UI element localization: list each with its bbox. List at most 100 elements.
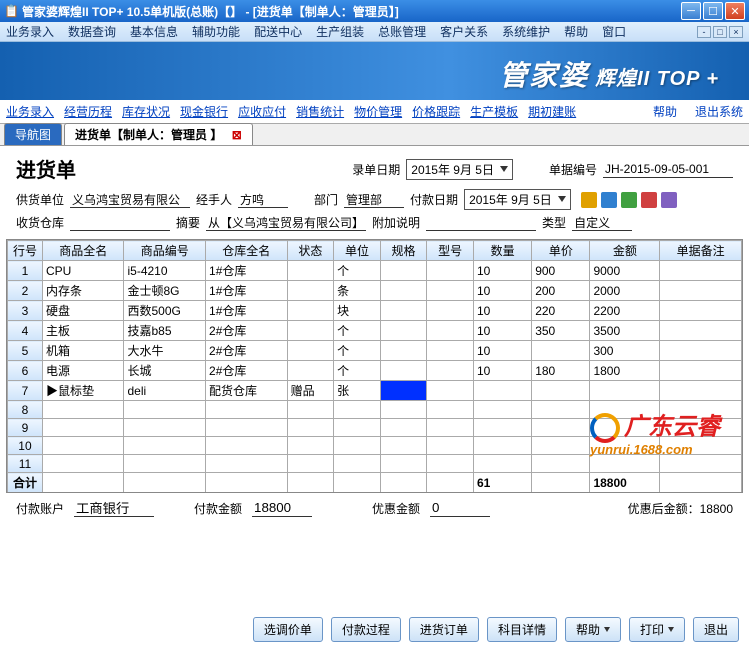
- minimize-button[interactable]: ─: [681, 2, 701, 20]
- banner: 管家婆 辉煌II TOP +: [0, 42, 749, 100]
- pay-amount-input[interactable]: [252, 499, 312, 517]
- col-header[interactable]: 状态: [287, 241, 334, 261]
- btn-pay-process[interactable]: 付款过程: [331, 617, 401, 642]
- table-row[interactable]: 4主板技嘉b852#仓库个103503500: [8, 321, 742, 341]
- tool-icon[interactable]: [661, 192, 677, 208]
- note-input[interactable]: [426, 214, 536, 231]
- main-menu: 业务录入 数据查询 基本信息 辅助功能 配送中心 生产组装 总账管理 客户关系 …: [0, 22, 749, 42]
- after-discount-label: 优惠后金额：18800: [628, 500, 733, 517]
- link[interactable]: 库存状况: [122, 103, 170, 120]
- banner-main: 管家婆: [499, 54, 589, 94]
- col-header[interactable]: 商品编号: [124, 241, 206, 261]
- col-header[interactable]: 行号: [8, 241, 43, 261]
- tab-nav[interactable]: 导航图: [4, 123, 62, 145]
- link[interactable]: 期初建账: [528, 103, 576, 120]
- table-row[interactable]: 5机箱大水牛2#仓库个10300: [8, 341, 742, 361]
- table-row[interactable]: 3硬盘西数500G1#仓库块102202200: [8, 301, 742, 321]
- menu-item[interactable]: 基本信息: [130, 23, 178, 40]
- menu-item[interactable]: 生产组装: [316, 23, 364, 40]
- summary-input[interactable]: [206, 214, 366, 231]
- form-title: 进货单: [16, 154, 76, 183]
- payment-row: 付款账户 付款金额 优惠金额 优惠后金额：18800: [0, 493, 749, 523]
- link-help[interactable]: 帮助: [653, 103, 677, 120]
- table-row[interactable]: 7▶鼠标垫deli配货仓库赠品张: [8, 381, 742, 401]
- type-label: 类型: [542, 214, 566, 231]
- menu-item[interactable]: 数据查询: [68, 23, 116, 40]
- entry-date-input[interactable]: 2015年 9月 5日: [406, 159, 513, 180]
- btn-exit[interactable]: 退出: [693, 617, 739, 642]
- banner-sub: 辉煌II TOP +: [595, 62, 719, 91]
- menu-item[interactable]: 配送中心: [254, 23, 302, 40]
- chevron-down-icon: [668, 627, 674, 633]
- menu-item[interactable]: 系统维护: [502, 23, 550, 40]
- menu-item[interactable]: 辅助功能: [192, 23, 240, 40]
- pay-date-label: 付款日期: [410, 191, 458, 208]
- chevron-down-icon: [500, 166, 508, 174]
- doc-no-input[interactable]: [603, 161, 733, 178]
- tab-purchase[interactable]: 进货单【制单人：管理员 】 ⊠: [64, 123, 253, 145]
- chevron-down-icon: [604, 627, 610, 633]
- col-header[interactable]: 单价: [532, 241, 590, 261]
- btn-select-price[interactable]: 选调价单: [253, 617, 323, 642]
- table-row[interactable]: 9: [8, 419, 742, 437]
- col-header[interactable]: 仓库全名: [206, 241, 288, 261]
- type-input[interactable]: [572, 214, 632, 231]
- pay-date-input[interactable]: 2015年 9月 5日: [464, 189, 571, 210]
- discount-input[interactable]: [430, 499, 490, 517]
- col-header[interactable]: 型号: [427, 241, 474, 261]
- link[interactable]: 销售统计: [296, 103, 344, 120]
- tab-close-icon[interactable]: ⊠: [232, 128, 242, 142]
- menu-item[interactable]: 帮助: [564, 23, 588, 40]
- link-exit[interactable]: 退出系统: [695, 103, 743, 120]
- table-row[interactable]: 10: [8, 437, 742, 455]
- link[interactable]: 应收应付: [238, 103, 286, 120]
- menu-item[interactable]: 窗口: [602, 23, 626, 40]
- pay-account-input[interactable]: [74, 499, 154, 517]
- menu-item[interactable]: 总账管理: [378, 23, 426, 40]
- btn-help[interactable]: 帮助: [565, 617, 621, 642]
- col-header[interactable]: 规格: [380, 241, 427, 261]
- link[interactable]: 现金银行: [180, 103, 228, 120]
- link[interactable]: 物价管理: [354, 103, 402, 120]
- col-header[interactable]: 数量: [473, 241, 531, 261]
- table-row[interactable]: 11: [8, 455, 742, 473]
- btn-purchase-order[interactable]: 进货订单: [409, 617, 479, 642]
- close-button[interactable]: ✕: [725, 2, 745, 20]
- dept-input[interactable]: [344, 191, 404, 208]
- table-row[interactable]: 8: [8, 401, 742, 419]
- mdi-max-icon[interactable]: □: [713, 26, 727, 38]
- btn-subject-detail[interactable]: 科目详情: [487, 617, 557, 642]
- tool-icon[interactable]: [581, 192, 597, 208]
- chevron-down-icon: [558, 196, 566, 204]
- table-row[interactable]: 6电源长城2#仓库个101801800: [8, 361, 742, 381]
- col-header[interactable]: 金额: [590, 241, 660, 261]
- table-row[interactable]: 1CPUi5-42101#仓库个109009000: [8, 261, 742, 281]
- col-header[interactable]: 单位: [334, 241, 381, 261]
- menu-item[interactable]: 客户关系: [440, 23, 488, 40]
- link[interactable]: 价格跟踪: [412, 103, 460, 120]
- window-title: 管家婆辉煌II TOP+ 10.5单机版(总账)【】 - [进货单【制单人：管理…: [22, 3, 681, 20]
- maximize-button[interactable]: ☐: [703, 2, 723, 20]
- tool-icon[interactable]: [601, 192, 617, 208]
- warehouse-label: 收货仓库: [16, 214, 64, 231]
- warehouse-input[interactable]: [70, 214, 170, 231]
- col-header[interactable]: 单据备注: [660, 241, 742, 261]
- btn-print[interactable]: 打印: [629, 617, 685, 642]
- link[interactable]: 业务录入: [6, 103, 54, 120]
- menu-item[interactable]: 业务录入: [6, 23, 54, 40]
- pay-amount-label: 付款金额: [194, 500, 242, 517]
- doc-no-label: 单据编号: [549, 161, 597, 178]
- button-bar: 选调价单 付款过程 进货订单 科目详情 帮助 打印 退出: [253, 617, 739, 642]
- data-grid[interactable]: 行号商品全名商品编号仓库全名状态单位规格型号数量单价金额单据备注1CPUi5-4…: [6, 239, 743, 493]
- mdi-min-icon[interactable]: -: [697, 26, 711, 38]
- supplier-input[interactable]: [70, 191, 190, 208]
- link-bar: 业务录入 经营历程 库存状况 现金银行 应收应付 销售统计 物价管理 价格跟踪 …: [0, 100, 749, 124]
- link[interactable]: 经营历程: [64, 103, 112, 120]
- link[interactable]: 生产模板: [470, 103, 518, 120]
- tool-icon[interactable]: [641, 192, 657, 208]
- handler-input[interactable]: [238, 191, 288, 208]
- tool-icon[interactable]: [621, 192, 637, 208]
- mdi-close-icon[interactable]: ×: [729, 26, 743, 38]
- col-header[interactable]: 商品全名: [42, 241, 124, 261]
- table-row[interactable]: 2内存条金士顿8G1#仓库条102002000: [8, 281, 742, 301]
